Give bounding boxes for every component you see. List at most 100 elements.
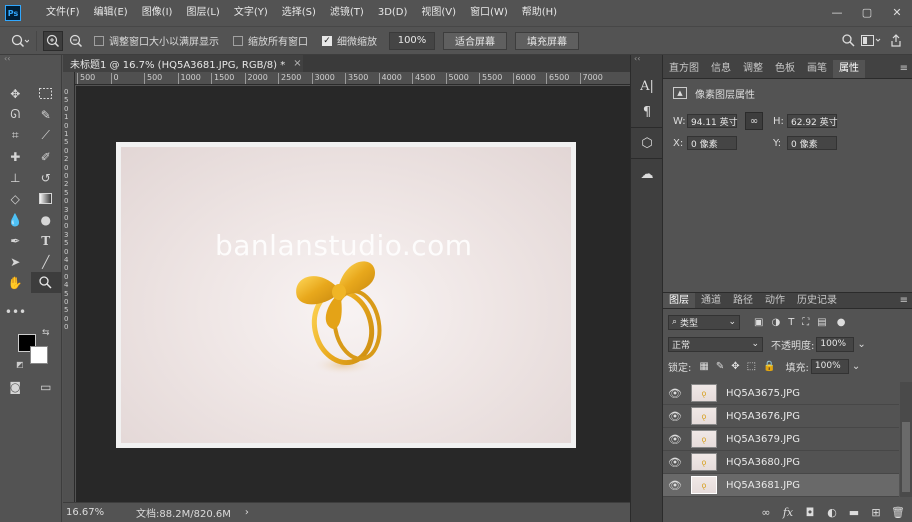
new-layer-icon[interactable]: ⊞ [865,506,887,519]
menu-edit[interactable]: 编辑(E) [87,0,135,26]
dodge-tool-icon[interactable]: ● [31,209,62,230]
tab-brushes[interactable]: 画笔 [801,60,833,78]
filter-pixel-icon[interactable]: ▣ [754,317,763,328]
tab-paths[interactable]: 路径 [727,293,759,308]
minimize-button[interactable]: — [822,0,852,26]
tab-channels[interactable]: 通道 [695,293,727,308]
brush-tool-icon[interactable]: ✐ [31,146,62,167]
crop-tool-icon[interactable]: ⌗ [0,125,31,146]
eraser-tool-icon[interactable]: ◇ [0,188,31,209]
horizontal-ruler[interactable]: 500 0 500 1000 1500 2000 2500 3000 3500 4000 4500 5… [75,72,630,85]
eye-icon[interactable]: 👁 [663,433,687,446]
eye-icon[interactable]: 👁 [663,456,687,469]
filter-smartobject-icon[interactable]: ▤ [817,317,826,328]
height-field[interactable]: 62.92 英寸 [787,114,838,128]
zoom-all-checkbox[interactable] [233,35,243,46]
layer-row[interactable]: 👁 ǫ HQ5A3679.JPG [663,428,899,451]
marquee-tool-icon[interactable] [31,83,62,104]
tab-properties[interactable]: 属性 [833,60,865,78]
quick-mask-icon[interactable]: ◙ [0,376,31,397]
3d-panel-icon[interactable]: ⬡ [631,130,663,156]
line-tool-icon[interactable]: ╱ [31,251,62,272]
maximize-button[interactable]: ▢ [852,0,882,26]
vertical-ruler[interactable]: 05010150200250300350400450500 [63,72,75,502]
layer-row[interactable]: 👁 ǫ HQ5A3676.JPG [663,405,899,428]
resize-windows-checkbox[interactable] [94,35,104,46]
fill-dropdown-icon[interactable]: ⌄ [852,361,860,372]
swap-colors-icon[interactable]: ⇆ [42,328,50,338]
tab-histogram[interactable]: 直方图 [663,60,705,78]
close-button[interactable]: ✕ [882,0,912,26]
layer-row-selected[interactable]: 👁 ǫ HQ5A3681.JPG [663,474,899,497]
default-colors-icon[interactable]: ◩ [16,360,24,369]
document-tab[interactable]: 未标题1 @ 16.7% (HQ5A3681.JPG, RGB/8) * × [63,55,303,72]
layer-row[interactable]: 👁 ǫ HQ5A3675.JPG [663,382,899,405]
gradient-tool-icon[interactable] [31,188,62,209]
lock-all-icon[interactable]: 🔒 [763,361,775,372]
lock-transparency-icon[interactable]: ▦ [699,361,708,372]
history-brush-tool-icon[interactable]: ↺ [31,167,62,188]
move-tool-icon[interactable]: ✥ [0,83,31,104]
scrubby-zoom-option[interactable]: ✓ 细微缩放 [322,33,377,48]
layer-row[interactable]: 👁 ǫ HQ5A3680.JPG [663,451,899,474]
filter-toggle-icon[interactable]: ● [837,317,846,328]
menu-file[interactable]: 文件(F) [39,0,87,26]
layers-scrollbar[interactable] [900,382,912,497]
quick-select-tool-icon[interactable]: ✎ [31,104,62,125]
layer-filter-select[interactable]: ⌕ 类型 ⌄ [668,314,740,330]
expand-arrows-icon[interactable]: ‹‹ [631,55,662,63]
document-canvas[interactable]: banlanstudio.com [116,142,576,448]
lock-position-icon[interactable]: ✥ [731,361,739,372]
tab-layers[interactable]: 图层 [663,293,695,308]
y-field[interactable]: 0 像素 [787,136,837,150]
zoom-in-icon[interactable] [43,30,63,51]
path-selection-tool-icon[interactable]: ➤ [0,251,31,272]
layers-panel-menu-icon[interactable]: ≡ [900,295,912,308]
lasso-tool-icon[interactable]: ᘏ [0,104,31,125]
menu-select[interactable]: 选择(S) [275,0,323,26]
width-field[interactable]: 94.11 英寸 [687,114,738,128]
character-panel-icon[interactable]: A| [631,73,663,99]
x-field[interactable]: 0 像素 [687,136,737,150]
background-color-swatch[interactable] [30,346,48,364]
lock-artboard-icon[interactable]: ⬚ [747,361,756,372]
menu-3d[interactable]: 3D(D) [371,0,415,26]
add-mask-icon[interactable]: ◘ [799,506,821,519]
clone-stamp-tool-icon[interactable]: ⊥ [0,167,31,188]
lock-pixels-icon[interactable]: ✎ [716,361,724,372]
tab-info[interactable]: 信息 [705,60,737,78]
fit-screen-button[interactable]: 适合屏幕 [443,31,507,50]
menu-filter[interactable]: 滤镜(T) [323,0,371,26]
fill-screen-button[interactable]: 填充屏幕 [515,31,579,50]
eye-icon[interactable]: 👁 [663,479,687,492]
eyedropper-tool-icon[interactable]: ⟋ [31,125,62,146]
link-dimensions-icon[interactable]: ∞ [745,112,763,130]
eye-icon[interactable]: 👁 [663,387,687,400]
filter-adjustment-icon[interactable]: ◑ [771,317,780,328]
collapse-arrows-icon[interactable]: ‹‹ [0,55,61,63]
menu-image[interactable]: 图像(I) [135,0,180,26]
screen-mode-icon[interactable]: ▭ [31,376,62,397]
zoom-all-option[interactable]: 缩放所有窗口 [233,33,308,48]
zoom-out-icon[interactable] [66,31,86,51]
filter-shape-icon[interactable]: ⛶ [802,317,809,328]
libraries-panel-icon[interactable]: ☁ [631,161,663,187]
share-icon[interactable] [886,31,906,51]
canvas-area[interactable]: banlanstudio.com [76,86,630,502]
type-tool-icon[interactable]: T [31,230,62,251]
more-tools-icon[interactable]: ••• [0,301,31,322]
resize-windows-option[interactable]: 调整窗口大小以满屏显示 [94,33,219,48]
workspace-icon[interactable] [858,31,886,51]
tab-history[interactable]: 历史记录 [791,293,843,308]
search-icon[interactable] [838,31,858,51]
delete-layer-icon[interactable]: 🗑 [887,506,909,519]
healing-brush-tool-icon[interactable]: ✚ [0,146,31,167]
blur-tool-icon[interactable]: 💧 [0,209,31,230]
zoom-level-readout[interactable]: 16.67% [66,507,126,518]
tab-actions[interactable]: 动作 [759,293,791,308]
tab-adjustments[interactable]: 调整 [737,60,769,78]
layer-style-icon[interactable]: fx [777,506,799,519]
new-group-icon[interactable]: ▬ [843,506,865,519]
scrubby-zoom-checkbox[interactable]: ✓ [322,35,332,46]
link-layers-icon[interactable]: ∞ [755,506,777,519]
